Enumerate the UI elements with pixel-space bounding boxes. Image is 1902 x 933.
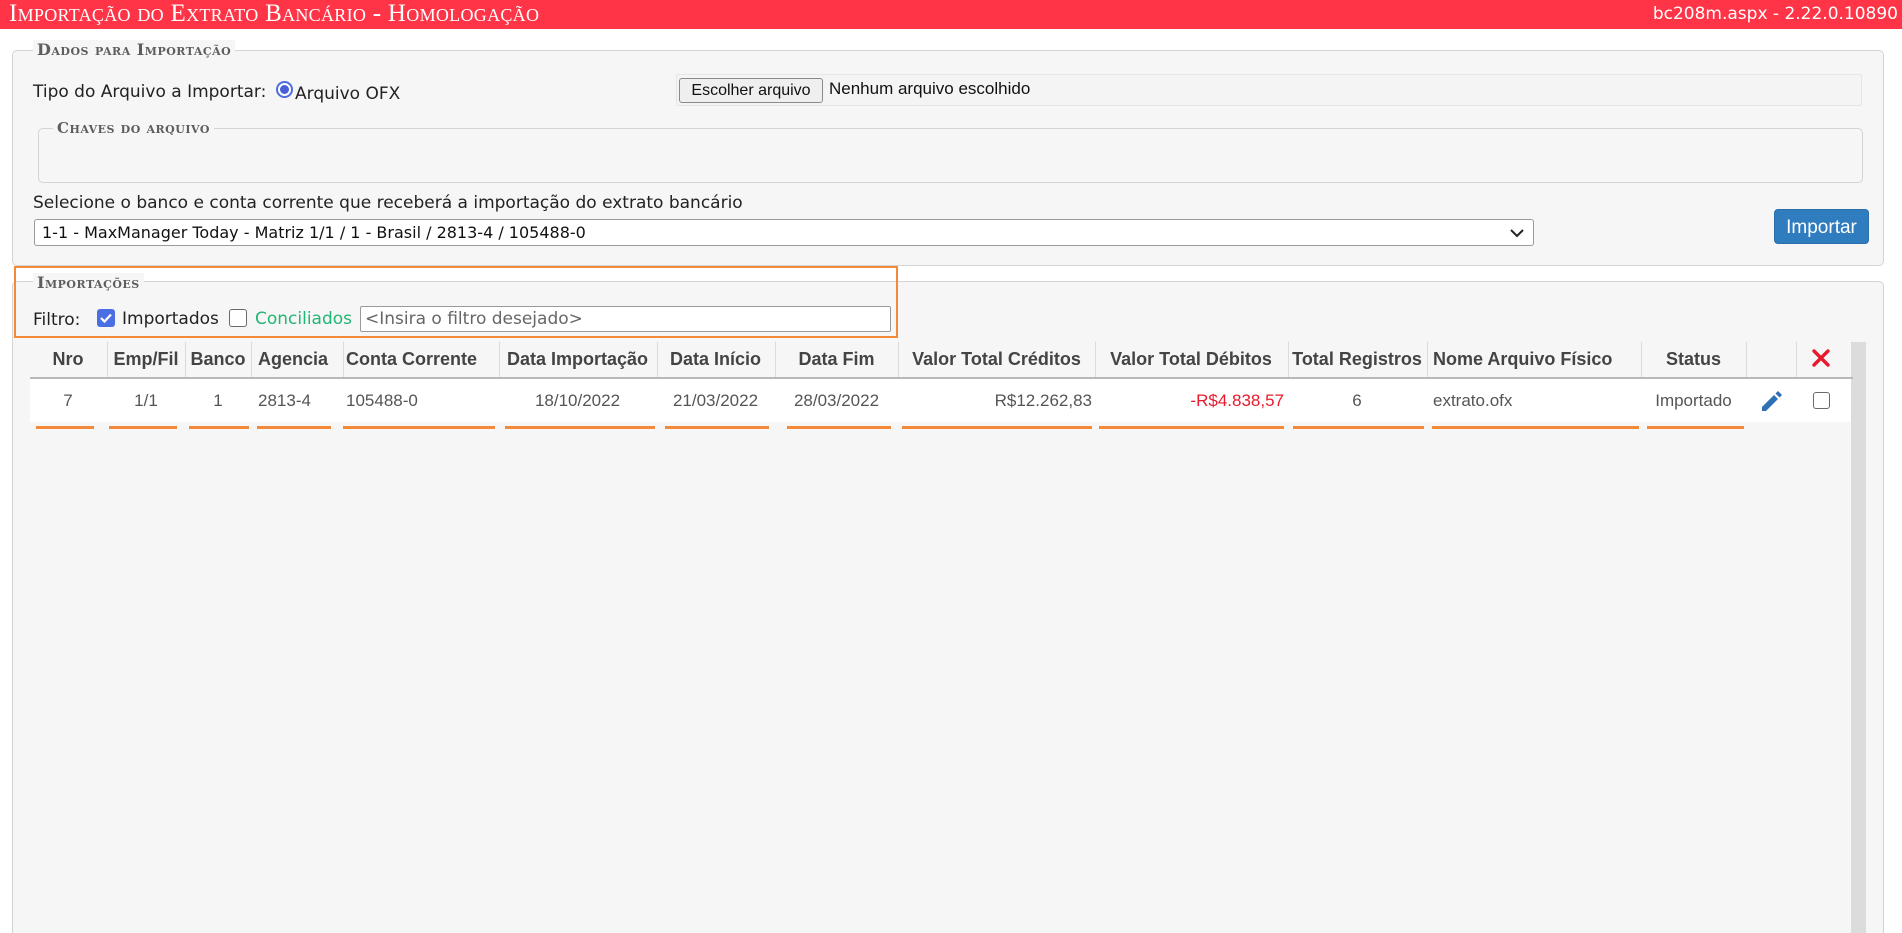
cell-valor-debitos: -R$4.838,57	[1190, 391, 1284, 410]
col-header-valor-debitos[interactable]: Valor Total Débitos	[1095, 349, 1287, 375]
col-header-valor-creditos[interactable]: Valor Total Créditos	[898, 349, 1095, 375]
choose-file-button[interactable]: Escolher arquivo	[679, 78, 823, 103]
col-header-empfil[interactable]: Emp/Fil	[107, 349, 185, 375]
col-header-nro[interactable]: Nro	[30, 349, 106, 375]
account-select[interactable]: 1-1 - MaxManager Today - Matriz 1/1 / 1 …	[34, 219, 1534, 246]
version-label: bc208m.aspx - 2.22.0.10890	[1652, 4, 1898, 24]
col-header-data-inicio[interactable]: Data Início	[657, 349, 774, 375]
col-header-total-registros[interactable]: Total Registros	[1288, 349, 1426, 375]
account-select-value: 1-1 - MaxManager Today - Matriz 1/1 / 1 …	[42, 223, 586, 242]
select-account-label: Selecione o banco e conta corrente que r…	[33, 193, 743, 213]
cell-valor-creditos: R$12.262,83	[994, 391, 1092, 410]
col-header-agencia[interactable]: Agencia	[258, 349, 343, 375]
vertical-scrollbar[interactable]	[1851, 342, 1866, 933]
row-select-checkbox[interactable]	[1813, 392, 1830, 409]
conciliados-checkbox[interactable]	[229, 309, 247, 327]
cell-data-importacao: 18/10/2022	[534, 391, 621, 410]
chevron-down-icon	[1510, 229, 1524, 238]
import-button[interactable]: Importar	[1774, 209, 1869, 244]
importados-checkbox[interactable]	[97, 309, 115, 327]
imports-grid	[18, 342, 1851, 933]
cell-nome-arquivo: extrato.ofx	[1433, 391, 1513, 410]
cell-banco: 1	[213, 391, 223, 410]
chaves-fieldset	[38, 128, 1863, 183]
col-header-data-importacao[interactable]: Data Importação	[499, 349, 656, 375]
col-header-nome-arquivo[interactable]: Nome Arquivo Físico	[1433, 349, 1639, 375]
close-icon[interactable]	[1811, 348, 1831, 368]
checkmark-icon	[100, 313, 112, 324]
cell-total-registros: 6	[1352, 391, 1362, 410]
cell-agencia: 2813-4	[258, 391, 311, 410]
page-title: Importação do Extrato Bancário - Homolog…	[9, 0, 540, 27]
cell-empfil: 1/1	[134, 391, 158, 410]
col-header-data-fim[interactable]: Data Fim	[775, 349, 898, 375]
col-header-conta[interactable]: Conta Corrente	[346, 349, 496, 375]
ofx-radio-label: Arquivo OFX	[295, 84, 401, 104]
filtro-label: Filtro:	[33, 310, 81, 330]
title-bar: Importação do Extrato Bancário - Homolog…	[0, 0, 1902, 29]
cell-data-inicio: 21/03/2022	[672, 391, 759, 410]
conciliados-label: Conciliados	[255, 309, 353, 329]
cell-data-fim: 28/03/2022	[793, 391, 880, 410]
col-header-status[interactable]: Status	[1641, 349, 1746, 375]
cell-nro: 7	[63, 391, 73, 410]
tipo-arquivo-label: Tipo do Arquivo a Importar:	[33, 82, 267, 102]
cell-status: Importado	[1655, 391, 1732, 410]
dados-legend: Dados para Importação	[33, 40, 236, 59]
page: Importação do Extrato Bancário - Homolog…	[0, 0, 1902, 933]
ofx-radio[interactable]	[276, 81, 293, 98]
file-status: Nenhum arquivo escolhido	[829, 79, 1031, 98]
cell-conta: 105488-0	[346, 391, 418, 410]
pencil-icon[interactable]	[1759, 388, 1785, 414]
col-header-banco[interactable]: Banco	[185, 349, 251, 375]
filter-input[interactable]: <Insira o filtro desejado>	[360, 306, 891, 332]
file-picker: Escolher arquivo Nenhum arquivo escolhid…	[676, 74, 1862, 106]
chaves-legend: Chaves do arquivo	[53, 119, 214, 137]
importados-label: Importados	[122, 309, 219, 329]
